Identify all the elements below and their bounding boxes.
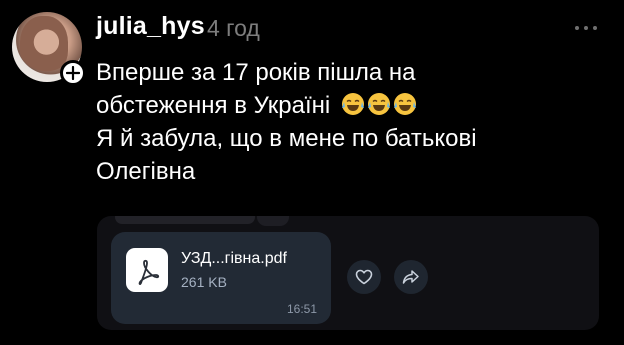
attached-screenshot[interactable]: УЗД...гівна.pdf 261 KB 16:51 (97, 216, 599, 330)
like-button[interactable] (347, 260, 381, 294)
post-line-with-emoji: обстеження в Україні (96, 89, 616, 122)
joy-emoji-icon (341, 93, 364, 115)
file-message-bubble[interactable]: УЗД...гівна.pdf 261 KB 16:51 (111, 232, 331, 324)
file-size: 261 KB (181, 274, 227, 290)
post-line: Олегівна (96, 158, 196, 185)
file-name[interactable]: УЗД...гівна.pdf (181, 250, 287, 268)
more-options-icon[interactable] (575, 26, 599, 32)
forward-arrow-icon (402, 270, 419, 284)
post-line: Я й забула, що в мене по батькові (96, 125, 477, 152)
post-time: 4 год (207, 15, 260, 41)
emoji-group (341, 92, 417, 116)
joy-emoji-icon (367, 93, 390, 115)
username[interactable]: julia_hys (96, 12, 205, 41)
message-time: 16:51 (286, 302, 317, 316)
pdf-file-icon (126, 248, 168, 292)
post-line: Вперше за 17 років пішла на (96, 59, 416, 86)
avatar-photo (20, 16, 68, 74)
post-line: обстеження в Україні (96, 92, 331, 119)
follow-plus-button[interactable] (60, 60, 86, 86)
heart-icon (355, 269, 373, 285)
cropped-message (115, 216, 255, 224)
joy-emoji-icon (393, 93, 416, 115)
cropped-button (257, 216, 289, 226)
share-button[interactable] (394, 260, 428, 294)
plus-icon (66, 66, 80, 80)
post-text: Вперше за 17 років пішла на обстеження в… (96, 56, 616, 188)
